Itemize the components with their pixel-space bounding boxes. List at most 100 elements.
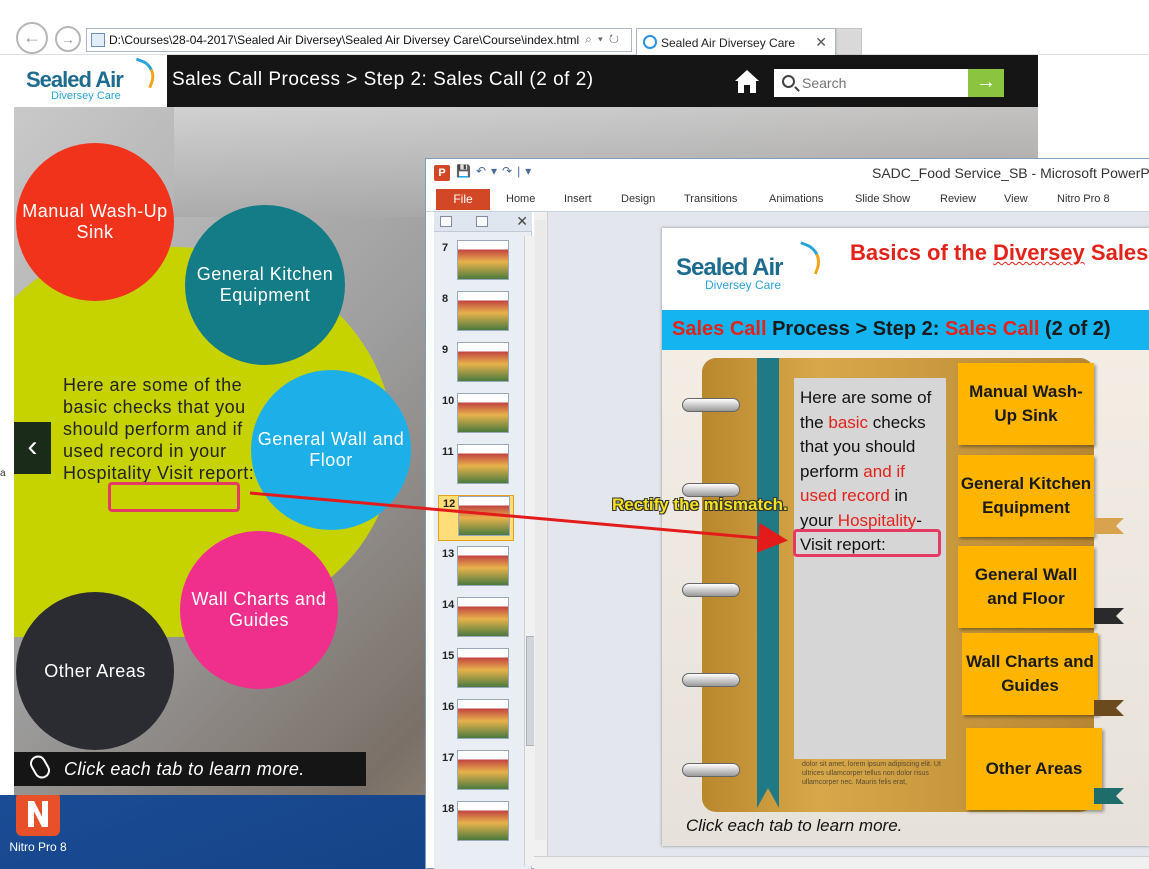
slide-thumb-16[interactable]: 16 [438, 699, 514, 745]
address-text: D:\Courses\28-04-2017\Sealed Air Diverse… [109, 33, 580, 47]
slide-thumbnail-image [457, 648, 509, 688]
slide-number: 18 [442, 803, 455, 815]
new-tab-button[interactable] [836, 28, 862, 55]
slide-thumb-18[interactable]: 18 [438, 801, 514, 847]
slide-footer: Click each tab to learn more. [686, 816, 903, 835]
address-bar[interactable]: D:\Courses\28-04-2017\Sealed Air Diverse… [86, 28, 632, 52]
tab-flag-decor [1094, 518, 1124, 534]
address-tools[interactable]: ⌕▾↻ [585, 32, 625, 47]
ribbon-tabs: File Home Insert Design Transitions Anim… [426, 187, 1149, 212]
course-header: Sealed Air Diversey Care Sales Call Proc… [14, 55, 1038, 107]
slide-thumbnail-image [457, 240, 509, 280]
slide-tab-other[interactable]: Other Areas [966, 728, 1102, 810]
slide-tab-wall-floor[interactable]: General Wall and Floor [958, 546, 1094, 628]
editor-horizontal-scrollbar[interactable] [534, 856, 1149, 869]
tab-review[interactable]: Review [940, 193, 976, 205]
slide-number: 16 [442, 701, 455, 713]
slide-logo-sub: Diversey Care [705, 278, 782, 292]
slide-number: 12 [443, 498, 456, 510]
tab-design[interactable]: Design [621, 193, 655, 205]
tab-view[interactable]: View [1004, 193, 1028, 205]
mouse-icon [27, 752, 53, 782]
slide-heading-part: Basics of the [850, 240, 994, 265]
forward-button[interactable]: → [55, 26, 81, 52]
binder-ring [682, 398, 740, 412]
quick-access-toolbar[interactable]: 💾↶▾↷|▾ [456, 164, 536, 178]
outline-tab-icon[interactable] [476, 216, 488, 227]
tab-general-wall-and-floor[interactable]: General Wall and Floor [251, 370, 411, 530]
slide-heading-part: Sales [1084, 240, 1149, 265]
slide-thumb-11[interactable]: 11 [438, 444, 514, 490]
slide-logo-swoosh-icon [792, 241, 826, 275]
edge-mark: a [0, 468, 6, 479]
close-tab-icon[interactable]: ✕ [815, 34, 827, 51]
tab-other-areas[interactable]: Other Areas [16, 592, 174, 750]
close-pane-icon[interactable]: ✕ [516, 213, 528, 230]
slide-thumb-14[interactable]: 14 [438, 597, 514, 643]
search-go-button[interactable]: → [968, 69, 1004, 97]
slide-tab-wall-charts[interactable]: Wall Charts and Guides [962, 633, 1098, 715]
body-text-red: Hospitality [837, 510, 917, 530]
logo-swoosh-icon [128, 57, 160, 89]
search-box: → [774, 69, 1004, 97]
slide-thumb-7[interactable]: 7 [438, 240, 514, 286]
slide-number: 14 [442, 599, 455, 611]
highlight-hospitality [108, 482, 240, 512]
powerpoint-icon: P [434, 165, 450, 181]
browser-toolbar: ← → D:\Courses\28-04-2017\Sealed Air Div… [0, 0, 1149, 55]
slide-number: 13 [442, 548, 455, 560]
browser-tab[interactable]: Sealed Air Diversey Care ✕ [636, 28, 836, 55]
slide-thumb-10[interactable]: 10 [438, 393, 514, 439]
search-input[interactable] [802, 69, 967, 97]
editor-vertical-scrollbar[interactable] [534, 212, 548, 856]
tab-title: Sealed Air Diversey Care [661, 36, 796, 50]
slide-tab-manual[interactable]: Manual Wash-Up Sink [958, 363, 1094, 445]
slide-thumb-13[interactable]: 13 [438, 546, 514, 592]
slide-thumbnail-image [458, 496, 510, 536]
slide-thumb-17[interactable]: 17 [438, 750, 514, 796]
band-text-red: Sales Call [944, 318, 1040, 340]
tab-transitions[interactable]: Transitions [684, 193, 737, 205]
tab-wall-charts-and-guides[interactable]: Wall Charts and Guides [180, 531, 338, 689]
thumbnail-pane-header: ✕ [434, 212, 532, 232]
tab-general-kitchen-equipment[interactable]: General Kitchen Equipment [185, 205, 345, 365]
tab-flag-decor [1094, 608, 1124, 624]
previous-slide-button[interactable]: ‹ [14, 422, 51, 474]
tab-nitro-pro[interactable]: Nitro Pro 8 [1057, 193, 1110, 205]
binder-ribbon [757, 358, 779, 808]
logo-sub-text: Diversey Care [51, 90, 121, 102]
slide-thumbnail-image [457, 393, 509, 433]
course-title: Sales Call Process > Step 2: Sales Call … [172, 69, 594, 90]
tab-flag-decor [1094, 788, 1124, 804]
slide-tab-kitchen[interactable]: General Kitchen Equipment [958, 455, 1094, 537]
tab-file[interactable]: File [436, 189, 490, 210]
slide-thumb-15[interactable]: 15 [438, 648, 514, 694]
band-text-red: Sales Call [672, 318, 767, 340]
slide-thumbnail-image [457, 342, 509, 382]
back-button[interactable]: ← [16, 22, 48, 54]
slide-thumb-8[interactable]: 8 [438, 291, 514, 337]
slide-heading: Basics of the Diversey Sales [850, 240, 1148, 266]
slide-thumb-12[interactable]: 12 [438, 495, 514, 541]
band-text: Process > Step 2: [766, 318, 945, 340]
tab-flag-decor [1094, 700, 1124, 716]
tab-animations[interactable]: Animations [769, 193, 823, 205]
tab-slide-show[interactable]: Slide Show [855, 193, 910, 205]
tab-manual-wash-up-sink[interactable]: Manual Wash-Up Sink [16, 143, 174, 301]
ie-icon [643, 35, 657, 49]
slide-title-band: Sales Call Process > Step 2: Sales Call … [662, 310, 1149, 350]
tab-insert[interactable]: Insert [564, 193, 592, 205]
chevron-left-icon: ‹ [27, 430, 38, 463]
slides-tab-icon[interactable] [440, 216, 452, 227]
highlight-hospitality-visit [793, 529, 941, 557]
home-icon[interactable] [733, 67, 761, 95]
body-text-red: basic [828, 412, 869, 432]
slide-thumbnail-pane: ✕ 7 8 9 10 11 12 13 14 15 16 17 18 [434, 212, 538, 869]
slide-number: 15 [442, 650, 455, 662]
band-text: (2 of 2) [1039, 318, 1111, 340]
slide-thumb-9[interactable]: 9 [438, 342, 514, 388]
tab-home[interactable]: Home [506, 193, 535, 205]
slide-canvas[interactable]: Sealed Air Diversey Care Basics of the D… [662, 228, 1149, 846]
desktop-shortcut-nitro[interactable]: Nitro Pro 8 [8, 792, 68, 854]
ppt-window-title: SADC_Food Service_SB - Microsoft PowerPo… [872, 165, 1149, 181]
